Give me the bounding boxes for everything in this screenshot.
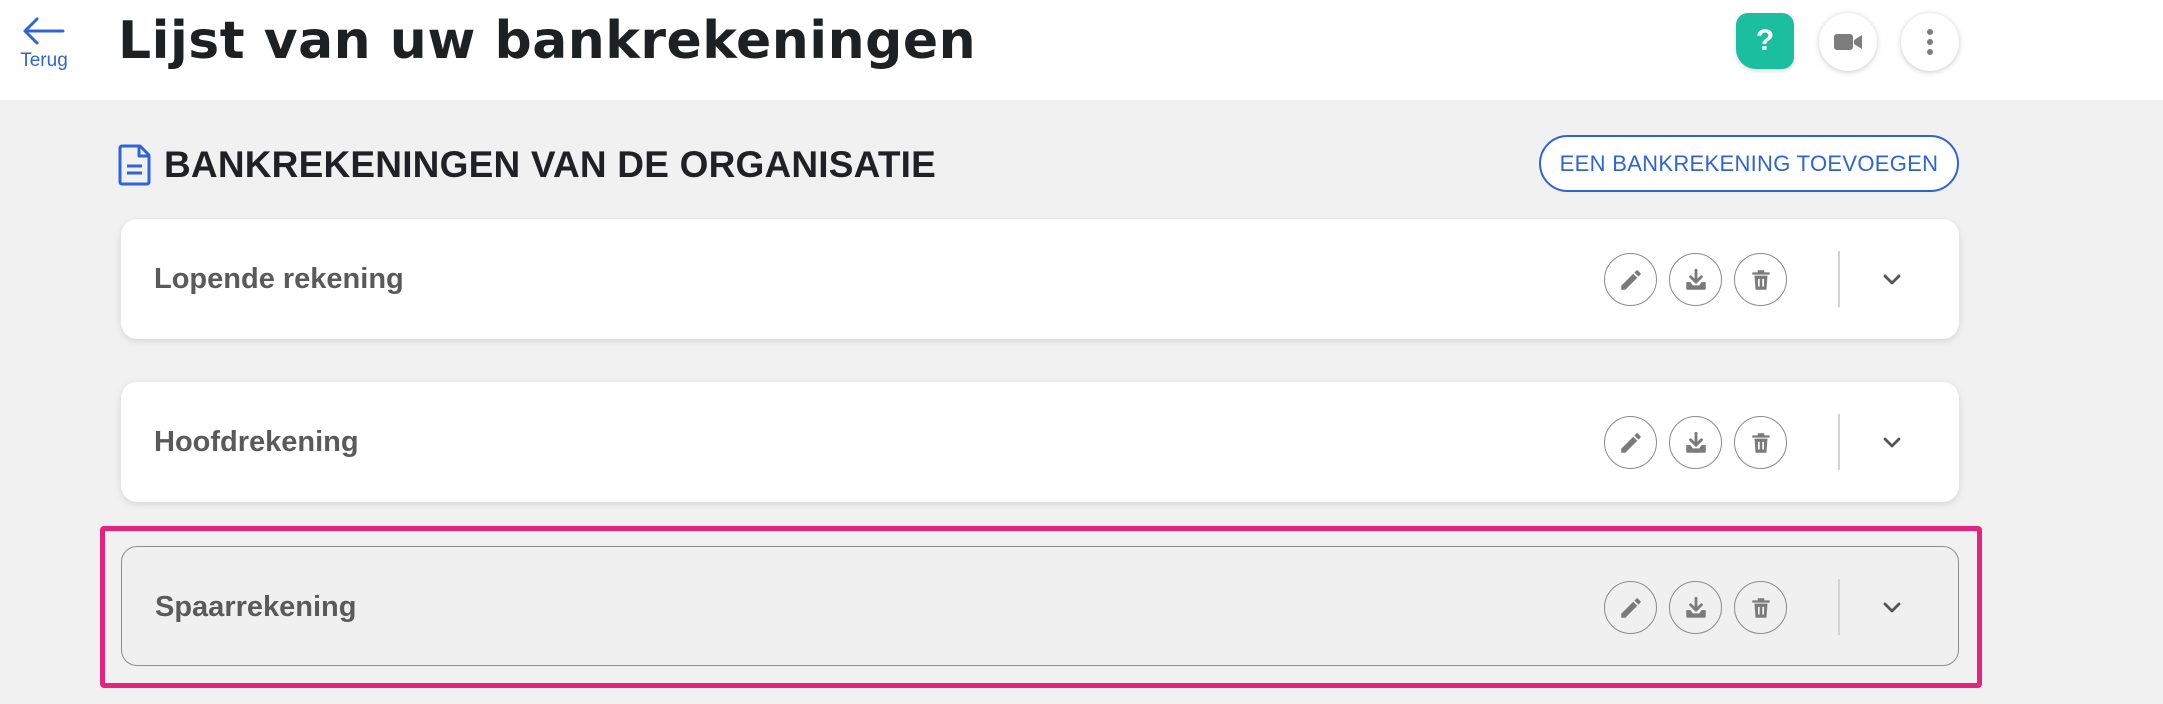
divider: [1838, 414, 1840, 470]
delete-button[interactable]: [1734, 253, 1787, 306]
highlight-box: [100, 526, 1982, 688]
back-label: Terug: [20, 50, 68, 71]
account-card: Lopende rekening: [121, 219, 1959, 339]
video-camera-icon: [1834, 34, 1862, 50]
section-header: BANKREKENINGEN VAN DE ORGANISATIE: [118, 140, 936, 190]
arrow-left-icon: [23, 17, 65, 45]
help-label: ?: [1755, 24, 1775, 57]
delete-button[interactable]: [1734, 416, 1787, 469]
account-name: Lopende rekening: [154, 263, 404, 295]
section-title: BANKREKENINGEN VAN DE ORGANISATIE: [164, 144, 937, 185]
page-title: Lijst van uw bankrekeningen: [118, 11, 977, 71]
delete-icon: [1751, 269, 1770, 290]
edit-icon: [1620, 432, 1641, 453]
expand-button[interactable]: [1872, 422, 1912, 462]
chevron-down-icon: [1883, 274, 1901, 285]
add-bank-account-button[interactable]: EEN BANKREKENING TOEVOEGEN: [1539, 135, 1959, 192]
more-options-button[interactable]: [1901, 13, 1959, 71]
more-vertical-icon: [1927, 29, 1933, 55]
delete-icon: [1751, 432, 1770, 453]
edit-button[interactable]: [1604, 253, 1657, 306]
top-bar: Terug Lijst van uw bankrekeningen ?: [0, 0, 2163, 100]
video-button[interactable]: [1819, 13, 1877, 71]
help-button[interactable]: ?: [1736, 13, 1794, 69]
download-icon: [1685, 268, 1706, 290]
edit-button[interactable]: [1604, 416, 1657, 469]
download-button[interactable]: [1669, 416, 1722, 469]
download-button[interactable]: [1669, 253, 1722, 306]
download-icon: [1685, 431, 1706, 453]
chevron-down-icon: [1883, 437, 1901, 448]
expand-button[interactable]: [1872, 259, 1912, 299]
document-icon: [118, 144, 151, 186]
account-name: Hoofdrekening: [154, 426, 359, 458]
account-card: Hoofdrekening: [121, 382, 1959, 502]
edit-icon: [1620, 269, 1641, 290]
back-button[interactable]: Terug: [16, 14, 72, 76]
divider: [1838, 251, 1840, 307]
